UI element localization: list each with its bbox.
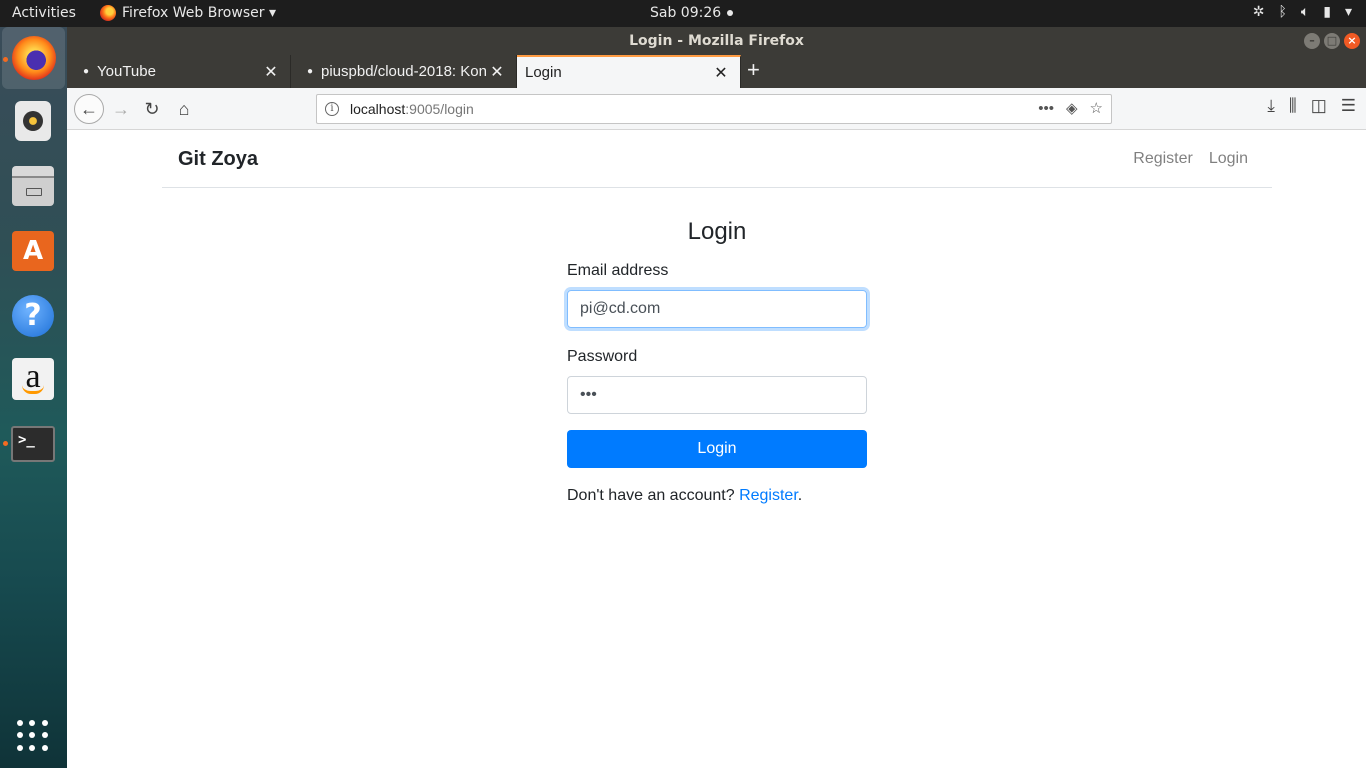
password-label: Password: [567, 348, 638, 365]
software-store-icon: A: [12, 231, 54, 271]
no-account-text: Don't have an account?: [567, 487, 740, 504]
url-text[interactable]: localhost:9005/login: [350, 95, 474, 123]
show-applications-icon[interactable]: [17, 720, 49, 752]
email-field[interactable]: pi@cd.com: [567, 290, 867, 328]
register-link[interactable]: Register: [739, 487, 798, 504]
activities-button[interactable]: Activities: [12, 5, 76, 21]
tab-youtube[interactable]: ● YouTube ✕: [67, 55, 291, 88]
url-bar[interactable]: i localhost:9005/login ••• ◈ ☆: [316, 94, 1112, 124]
clock-label: Sab 09:26: [650, 5, 722, 21]
close-tab-icon[interactable]: ✕: [260, 62, 282, 82]
window-title-bar: Login - Mozilla Firefox – □ ×: [67, 27, 1366, 55]
dock-amazon[interactable]: a: [10, 356, 56, 402]
login-button[interactable]: Login: [567, 430, 867, 468]
form-title: Login: [687, 218, 747, 245]
window-controls: – □ ×: [1304, 33, 1360, 49]
site-nav-links: Register Login: [1133, 150, 1248, 168]
tab-login[interactable]: Login ✕: [517, 55, 741, 88]
navigation-toolbar: ← → ↻ ⌂ i localhost:9005/login ••• ◈ ☆ ⤓…: [67, 88, 1366, 130]
terminal-icon: >_: [11, 426, 55, 462]
window-title: Login - Mozilla Firefox: [629, 33, 804, 49]
web-page: Git Zoya Register Login Login Email addr…: [67, 130, 1366, 768]
help-icon: ?: [12, 295, 54, 337]
register-prompt: Don't have an account? Register.: [567, 487, 867, 505]
firefox-icon: [100, 5, 116, 21]
notification-dot-icon: [727, 10, 734, 16]
site-brand[interactable]: Git Zoya: [178, 148, 258, 171]
downloads-icon[interactable]: ⤓: [1267, 96, 1275, 116]
tab-label: Login: [525, 64, 562, 81]
page-actions-icon[interactable]: •••: [1038, 95, 1054, 123]
password-field[interactable]: •••: [567, 376, 867, 414]
login-form: Login Email address pi@cd.com Password •…: [567, 218, 867, 505]
url-actions: ••• ◈ ☆: [1038, 95, 1103, 123]
library-icon[interactable]: ⫼: [1289, 96, 1297, 116]
system-top-bar: Activities Firefox Web Browser ▾ Sab 09:…: [0, 0, 1366, 27]
home-icon[interactable]: ⌂: [171, 96, 197, 122]
dock-firefox[interactable]: [2, 27, 65, 89]
tab-bullet-icon: ●: [82, 66, 90, 77]
nav-login-link[interactable]: Login: [1209, 150, 1248, 168]
sidebar-icon[interactable]: ◫: [1311, 96, 1327, 116]
bookmark-star-icon[interactable]: ☆: [1090, 95, 1103, 123]
app-menu-label: Firefox Web Browser ▾: [122, 5, 276, 21]
close-tab-icon[interactable]: ✕: [486, 62, 508, 82]
app-menu[interactable]: Firefox Web Browser ▾: [100, 5, 276, 21]
minimize-icon[interactable]: –: [1304, 33, 1320, 49]
launcher-dock: A ? a >_: [0, 27, 67, 768]
dock-rhythmbox[interactable]: [10, 98, 56, 144]
close-window-icon[interactable]: ×: [1344, 33, 1360, 49]
url-path: :9005/login: [405, 101, 474, 117]
system-tray[interactable]: ✲ ᛒ 🔈︎ ▮ ▾: [1253, 4, 1352, 20]
tab-strip: ● YouTube ✕ ● piuspbd/cloud-2018: Kon ✕ …: [67, 55, 1366, 88]
dock-terminal[interactable]: >_: [10, 421, 56, 467]
tab-label: piuspbd/cloud-2018: Kon: [321, 63, 486, 80]
bluetooth-icon[interactable]: ᛒ: [1278, 4, 1286, 20]
site-navbar: Git Zoya Register Login: [162, 130, 1272, 188]
dock-files[interactable]: [10, 163, 56, 209]
forward-arrow-icon[interactable]: →: [108, 96, 134, 122]
tab-bullet-icon: ●: [306, 66, 314, 77]
dock-help[interactable]: ?: [10, 293, 56, 339]
close-tab-icon[interactable]: ✕: [710, 63, 732, 83]
rhythmbox-icon: [15, 101, 51, 141]
hamburger-menu-icon[interactable]: ☰: [1341, 96, 1356, 116]
volume-icon[interactable]: 🔈︎: [1301, 4, 1309, 20]
tab-github[interactable]: ● piuspbd/cloud-2018: Kon ✕: [291, 55, 517, 88]
email-label: Email address: [567, 262, 669, 279]
tab-label: YouTube: [97, 63, 156, 80]
nav-register-link[interactable]: Register: [1133, 150, 1193, 168]
system-menu-chevron-icon[interactable]: ▾: [1345, 4, 1352, 20]
files-icon: [12, 166, 54, 206]
amazon-icon: a: [12, 358, 54, 400]
dock-software[interactable]: A: [10, 228, 56, 274]
accessibility-icon[interactable]: ✲: [1253, 4, 1265, 20]
url-host: localhost: [350, 101, 406, 117]
firefox-icon: [11, 36, 56, 80]
site-info-icon[interactable]: i: [325, 102, 339, 116]
reload-icon[interactable]: ↻: [139, 96, 165, 122]
register-trailing: .: [797, 487, 803, 504]
clock[interactable]: Sab 09:26: [650, 5, 734, 21]
running-indicator: [3, 57, 8, 62]
battery-icon[interactable]: ▮: [1323, 4, 1331, 20]
back-arrow-icon[interactable]: ←: [74, 94, 104, 124]
maximize-icon[interactable]: □: [1324, 33, 1340, 49]
new-tab-icon[interactable]: +: [747, 57, 760, 83]
running-indicator: [3, 441, 8, 446]
pocket-icon[interactable]: ◈: [1066, 95, 1078, 123]
toolbar-right: ⤓ ⫼ ◫ ☰: [1267, 96, 1356, 116]
